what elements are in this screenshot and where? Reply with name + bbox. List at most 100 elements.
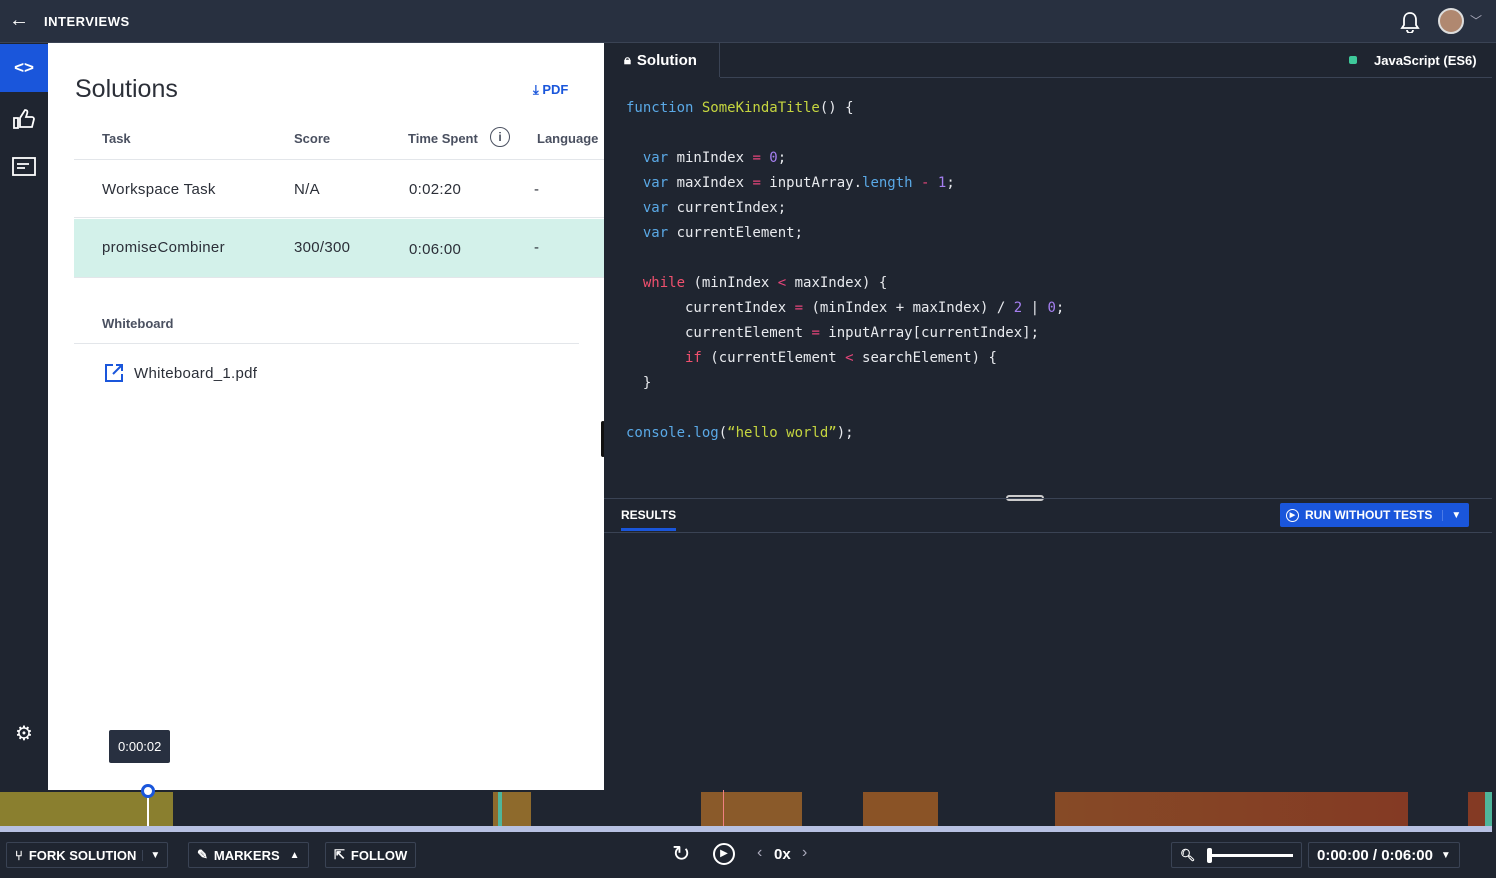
code-token: minIndex <box>676 150 753 166</box>
column-header-score: Score <box>294 131 331 146</box>
code-line: while (minIndex < maxIndex) { <box>626 275 887 291</box>
code-token: | <box>1030 300 1048 316</box>
code-token: (minIndex + maxIndex) / <box>811 300 1014 316</box>
table-row-selected[interactable]: promiseCombiner 300/300 0:06:00 - <box>74 219 604 278</box>
fork-solution-button[interactable]: ⑂ FORK SOLUTION ▼ <box>6 842 169 868</box>
code-line: var currentIndex; <box>626 200 786 216</box>
score: 300/300 <box>294 239 351 256</box>
code-token: ( <box>718 425 728 441</box>
code-token: = <box>794 300 812 316</box>
speed-down-icon[interactable]: ‹ <box>757 844 762 862</box>
arrow-left-icon[interactable]: ← <box>9 9 29 32</box>
tab-solution[interactable]: 🔒︎ Solution <box>604 43 720 77</box>
code-line: var currentElement; <box>626 225 803 241</box>
code-token: var <box>626 175 677 191</box>
code-token: = <box>811 325 829 341</box>
code-token: SomeKindaTitle <box>701 100 820 116</box>
code-token: while <box>626 275 694 291</box>
code-token: 2 <box>1013 300 1031 316</box>
code-line: console.log(“hello world”); <box>626 425 854 441</box>
markers-button[interactable]: ✎ MARKERS ▲ <box>188 842 309 868</box>
chevron-up-icon: ▲ <box>289 849 300 861</box>
column-header-task: Task <box>102 131 131 146</box>
code-token: var <box>626 150 677 166</box>
speed-up-icon[interactable]: › <box>802 844 807 862</box>
code-line: var maxIndex = inputArray.length - 1; <box>626 175 955 191</box>
bell-icon[interactable] <box>1400 11 1420 33</box>
code-line: function SomeKindaTitle() { <box>626 100 854 116</box>
code-token: = <box>752 175 770 191</box>
code-token: console.log <box>626 425 719 441</box>
zoom-control: 🔍︎ <box>1171 842 1302 868</box>
code-token: (minIndex <box>693 275 778 291</box>
thumbs-up-icon[interactable] <box>0 95 48 143</box>
code-token: < <box>845 350 863 366</box>
time-spent: 0:02:20 <box>409 181 462 198</box>
download-icon: ⤓ <box>533 82 543 97</box>
download-pdf-button[interactable]: ⤓ PDF <box>533 82 568 98</box>
replay-icon[interactable]: ↻ <box>672 841 690 867</box>
code-token: length <box>862 175 922 191</box>
whiteboard-file-link[interactable]: Whiteboard_1.pdf <box>104 363 257 383</box>
zoom-slider[interactable] <box>1207 847 1293 863</box>
run-without-tests-button[interactable]: ▶ RUN WITHOUT TESTS ▼ <box>1280 503 1470 527</box>
lock-icon: 🔒︎ <box>624 52 631 67</box>
code-token: = <box>752 150 770 166</box>
code-token: if <box>626 350 711 366</box>
solutions-title: Solutions <box>75 75 178 103</box>
code-token: () { <box>819 100 854 116</box>
solutions-panel: Solutions ⤓ PDF Task Score Time Spent i … <box>48 43 604 790</box>
code-editor: 🔒︎ Solution JavaScript (ES6) function Som… <box>604 43 1492 790</box>
gear-icon[interactable]: ⚙ <box>0 709 48 757</box>
run-dropdown-icon[interactable]: ▼ <box>1442 509 1469 521</box>
playback-timeline[interactable] <box>0 784 1492 832</box>
info-icon[interactable]: i <box>490 127 510 147</box>
whiteboard-header: Whiteboard <box>102 316 174 331</box>
code-token: ; <box>946 175 955 191</box>
code-token: (currentElement <box>710 350 846 366</box>
code-icon[interactable]: <> <box>0 44 48 92</box>
code-token: searchElement) { <box>862 350 997 366</box>
status-dot <box>1349 56 1357 64</box>
time-spent: 0:06:00 <box>409 241 462 258</box>
code-token: 0 <box>1047 300 1056 316</box>
playback-controls: ⑂ FORK SOLUTION ▼ ✎ MARKERS ▲ ⇱ FOLLOW ↻ ▶ ‹ … <box>0 832 1496 878</box>
scrubber-handle[interactable] <box>141 784 155 798</box>
tab-results[interactable]: RESULTS <box>621 508 677 531</box>
table-row[interactable]: Workspace Task N/A 0:02:20 - <box>74 159 604 218</box>
time-display[interactable]: 0:00:00 / 0:06:00 ▼ <box>1308 842 1460 868</box>
chevron-down-icon[interactable]: ﹀ <box>1470 12 1482 29</box>
task-name: promiseCombiner <box>102 239 225 256</box>
code-token: maxIndex <box>676 175 753 191</box>
code-token: “hello world” <box>727 425 837 441</box>
language-selector[interactable]: JavaScript (ES6) <box>1374 53 1477 68</box>
notes-icon[interactable] <box>0 143 48 191</box>
code-token: currentElement <box>626 325 812 341</box>
play-circle-icon: ▶ <box>1286 508 1299 522</box>
follow-button[interactable]: ⇱ FOLLOW <box>325 842 417 868</box>
code-token: currentIndex; <box>676 200 787 216</box>
pencil-icon: ✎ <box>197 847 208 862</box>
playback-speed: 0x <box>774 846 791 863</box>
task-name: Workspace Task <box>102 181 216 198</box>
code-token: function <box>626 100 702 116</box>
play-icon[interactable]: ▶ <box>713 843 735 865</box>
external-link-icon <box>105 364 123 382</box>
code-token: currentIndex <box>626 300 795 316</box>
code-line: if (currentElement < searchElement) { <box>626 350 997 366</box>
code-line: currentIndex = (minIndex + maxIndex) / 2… <box>626 300 1064 316</box>
code-token: - <box>921 175 938 191</box>
code-token: currentElement; <box>676 225 804 241</box>
code-line: currentElement = inputArray[currentIndex… <box>626 325 1039 341</box>
code-line: } <box>626 375 651 391</box>
code-token: ); <box>836 425 854 441</box>
code-token: ; <box>777 150 787 166</box>
chevron-down-icon[interactable]: ▼ <box>142 849 167 861</box>
code-token: < <box>777 275 795 291</box>
code-token: var <box>626 200 677 216</box>
zoom-icon: 🔍︎ <box>1180 848 1196 862</box>
language: - <box>534 239 540 256</box>
column-header-language: Language <box>537 131 599 146</box>
chevron-down-icon: ▼ <box>1440 849 1451 861</box>
avatar[interactable] <box>1438 8 1464 34</box>
